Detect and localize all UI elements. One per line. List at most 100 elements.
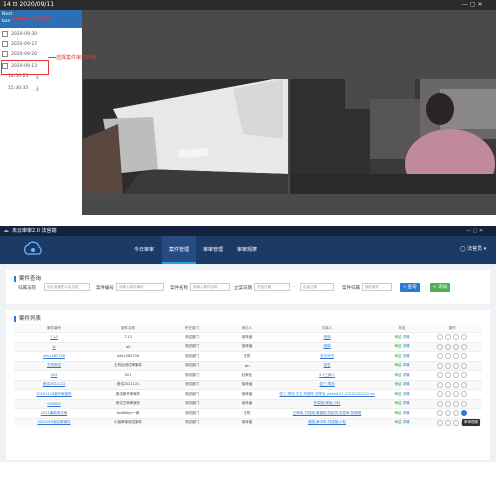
cell-parties[interactable]: 测测 (272, 332, 382, 342)
edit-icon[interactable] (437, 400, 443, 407)
parties-link[interactable]: 王审伟,付佳翔,黄建阳,张起灵,张显审,张丽明 (293, 411, 362, 415)
parties-link[interactable]: 测测 (324, 344, 331, 348)
case-number-link[interactable]: wfu1062706 (43, 354, 65, 358)
status-link[interactable]: 审结 (394, 382, 401, 386)
download-icon[interactable] (453, 353, 459, 360)
download-icon[interactable] (453, 362, 459, 369)
status-link[interactable]: 审结 (394, 420, 401, 424)
edit-icon[interactable] (437, 391, 443, 398)
download-icon[interactable] (453, 343, 459, 350)
viewer-window-controls[interactable]: — ▢ ✕ (462, 0, 483, 10)
cell-case-number[interactable]: 20201118新开审案件 (14, 389, 94, 399)
download-icon[interactable]: ⤓ (36, 84, 39, 94)
edit-icon[interactable] (437, 334, 443, 341)
case-number-link[interactable]: 测试2021122 (43, 382, 66, 386)
view-icon[interactable] (445, 400, 451, 407)
parties-link[interactable]: 张总 (324, 363, 331, 367)
case-number-link[interactable]: 7.13 (50, 335, 58, 339)
view-icon[interactable] (445, 381, 451, 388)
status-link[interactable]: 审结 (394, 373, 401, 377)
detail-link[interactable]: 详情 (403, 354, 410, 358)
cell-parties[interactable]: 天冷冷冷 (272, 351, 382, 361)
parties-link[interactable]: 9.1三案人 (319, 373, 335, 377)
cell-case-number[interactable]: 王机测试 (14, 360, 94, 371)
detail-link[interactable]: 详情 (403, 420, 410, 424)
detail-link[interactable]: 详情 (403, 335, 410, 339)
cell-status[interactable]: 审结 详情 (382, 417, 422, 427)
time-item[interactable]: 15:30:35 ⤓ (8, 84, 78, 94)
status-link[interactable]: 审结 (394, 344, 401, 348)
edit-icon[interactable] (437, 353, 443, 360)
download-icon[interactable] (453, 410, 459, 417)
detail-link[interactable]: 详情 (403, 382, 410, 386)
detail-link[interactable]: 详情 (403, 373, 410, 377)
case-number-link[interactable]: fz (52, 345, 55, 349)
video-icon[interactable] (461, 353, 467, 360)
download-icon[interactable] (453, 334, 459, 341)
download-icon[interactable] (453, 400, 459, 407)
video-icon[interactable] (461, 372, 467, 379)
cell-parties[interactable]: 测测,审中年,付佳翔,小杜 (272, 417, 382, 427)
cell-case-number[interactable]: 002 (14, 370, 94, 380)
cell-status[interactable]: 审结 详情 (382, 370, 422, 380)
case-number-link[interactable]: 002 (51, 373, 58, 377)
date-item[interactable]: 2020-09-27 (2, 40, 78, 50)
detail-link[interactable]: 详情 (403, 363, 410, 367)
view-icon[interactable] (445, 391, 451, 398)
edit-icon[interactable] (437, 410, 443, 417)
video-icon[interactable] (461, 410, 467, 417)
cell-case-number[interactable]: 2021010测试审案件 (14, 417, 94, 427)
download-icon[interactable] (453, 391, 459, 398)
cell-parties[interactable]: 张三,李四 (272, 379, 382, 390)
detail-link[interactable]: 详情 (403, 344, 410, 348)
status-link[interactable]: 审结 (394, 411, 401, 415)
parties-link[interactable]: 测测,审中年,付佳翔,小杜 (308, 420, 346, 424)
cell-status[interactable]: 审结 详情 (382, 398, 422, 409)
cell-status[interactable]: 审结 详情 (382, 389, 422, 399)
cell-case-number[interactable]: 测试2021122 (14, 379, 94, 390)
status-link[interactable]: 审结 (394, 335, 401, 339)
video-frame-right[interactable] (290, 79, 496, 194)
case-number-input[interactable]: 请输入案件编号 (116, 283, 164, 291)
video-icon[interactable] (461, 343, 467, 350)
download-icon[interactable] (453, 381, 459, 388)
video-icon[interactable] (461, 362, 467, 369)
cell-parties[interactable]: 测测 (272, 341, 382, 352)
case-number-link[interactable]: 20201118新开审案件 (36, 392, 71, 396)
video-icon[interactable] (461, 400, 467, 407)
edit-icon[interactable] (437, 372, 443, 379)
parties-link[interactable]: 测测 (324, 335, 331, 339)
view-icon[interactable] (445, 334, 451, 341)
edit-icon[interactable] (437, 362, 443, 369)
cell-case-number[interactable]: 7.13 (14, 332, 94, 342)
status-link[interactable]: 审结 (394, 354, 401, 358)
detail-link[interactable]: 详情 (403, 411, 410, 415)
nav-case-management[interactable]: 案件管理 (162, 236, 196, 264)
start-date-input[interactable]: 开始日期 (254, 283, 290, 291)
parties-link[interactable]: 天冷冷冷 (320, 354, 334, 358)
cell-case-number[interactable]: wfu1062706 (14, 351, 94, 361)
add-button[interactable]: + 添加 (430, 283, 450, 292)
case-number-link[interactable]: 王机测试 (47, 363, 61, 367)
view-icon[interactable] (445, 362, 451, 369)
video-icon[interactable] (461, 334, 467, 341)
cell-case-number[interactable]: 000000 (14, 398, 94, 409)
view-icon[interactable] (445, 353, 451, 360)
nav-hearing-management[interactable]: 审审管理 (196, 236, 230, 264)
cell-status[interactable]: 审结 详情 (382, 360, 422, 371)
view-icon[interactable] (445, 372, 451, 379)
video-frame-left[interactable] (83, 79, 288, 194)
status-link[interactable]: 审结 (394, 401, 401, 405)
detail-link[interactable]: 详情 (403, 401, 410, 405)
nav-today[interactable]: 今日审审 (126, 236, 162, 264)
court-select[interactable]: 河北省衡阳人民法院 (44, 283, 90, 291)
case-number-link[interactable]: 2021010测试审案件 (37, 420, 70, 424)
cell-status[interactable]: 审结 详情 (382, 332, 422, 342)
user-menu[interactable]: ◯ 法官员 ▾ (460, 245, 486, 252)
parties-link[interactable]: 张三,李四,王五,刘德华,张学友,wkshd 22,22222222222 ee (279, 392, 374, 396)
download-icon[interactable] (453, 419, 459, 426)
search-button[interactable]: ⌕ 查询 (400, 283, 420, 292)
video-icon[interactable] (461, 381, 467, 388)
status-link[interactable]: 审结 (394, 392, 401, 396)
cell-status[interactable]: 审结 详情 (382, 341, 422, 352)
